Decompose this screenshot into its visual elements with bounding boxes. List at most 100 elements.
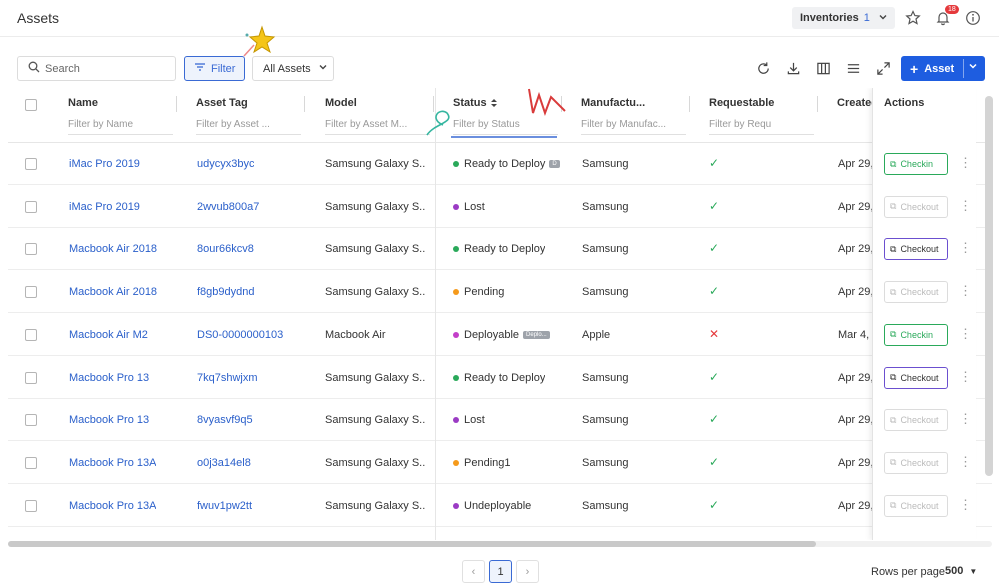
next-page-button[interactable]: ›: [516, 560, 539, 583]
column-header[interactable]: Name: [68, 97, 98, 109]
checkout-button[interactable]: ⧉ Checkout: [884, 494, 948, 517]
row-checkbox[interactable]: [25, 158, 37, 170]
row-checkbox[interactable]: [25, 499, 37, 512]
chevron-down-icon[interactable]: [968, 61, 978, 74]
column-resize-handle[interactable]: [304, 96, 305, 112]
checkin-button[interactable]: ⧉ Checkin: [884, 153, 948, 175]
column-resize-handle[interactable]: [817, 96, 818, 112]
column-header[interactable]: Model: [325, 97, 357, 109]
info-icon[interactable]: [965, 10, 981, 26]
checkmark-icon: ✓: [709, 284, 720, 299]
download-icon[interactable]: [786, 61, 802, 77]
column-header[interactable]: Requestable: [709, 97, 774, 109]
search-box[interactable]: [17, 56, 176, 81]
view-select[interactable]: All Assets: [252, 56, 334, 81]
asset-name-link[interactable]: Macbook Pro 13: [69, 414, 149, 426]
asset-name-link[interactable]: Macbook Pro 13A: [69, 457, 156, 469]
asset-name-link[interactable]: iMac Pro 2019: [69, 201, 140, 213]
table-row[interactable]: Macbook Pro 13 8vyasvf9q5 Samsung Galaxy S…: [8, 399, 992, 442]
checkin-button[interactable]: ⧉ Checkin: [884, 323, 948, 346]
columns-icon[interactable]: [816, 61, 832, 77]
checkout-button[interactable]: ⧉ Checkout: [884, 451, 948, 474]
asset-name-link[interactable]: iMac Pro 2019: [69, 158, 140, 170]
kebab-icon[interactable]: ⋮: [959, 454, 972, 470]
row-checkbox[interactable]: [25, 371, 37, 384]
plus-icon: +: [910, 60, 919, 77]
asset-tag-link[interactable]: 8our66kcv8: [197, 243, 254, 255]
asset-tag-link[interactable]: udycyx3byc: [197, 158, 254, 170]
search-icon: [28, 61, 40, 76]
column-filter-input[interactable]: Filter by Manufac...: [581, 117, 686, 135]
table-row[interactable]: Macbook Pro 13A o0j3a14el8 Samsung Galaxy …: [8, 442, 992, 484]
search-input[interactable]: [45, 62, 165, 75]
kebab-icon[interactable]: ⋮: [959, 369, 972, 385]
page-button-current[interactable]: 1: [489, 560, 512, 583]
column-resize-handle[interactable]: [689, 96, 690, 112]
row-checkbox[interactable]: [25, 414, 37, 427]
checkout-button[interactable]: ⧉ Checkout: [884, 409, 948, 432]
filter-button[interactable]: Filter: [184, 56, 245, 81]
created-date: Apr 29, 2: [838, 414, 872, 427]
row-checkbox[interactable]: [25, 328, 37, 341]
kebab-icon[interactable]: ⋮: [959, 155, 972, 171]
column-filter-input[interactable]: Filter by Asset M...: [325, 117, 430, 135]
horizontal-scrollbar[interactable]: [8, 541, 816, 547]
checkout-button[interactable]: ⧉ Checkout: [884, 195, 948, 218]
asset-tag-link[interactable]: f8gb9dydnd: [197, 286, 255, 298]
kebab-icon[interactable]: ⋮: [959, 497, 972, 513]
fullscreen-icon[interactable]: [876, 61, 892, 77]
column-filter-input[interactable]: Filter by Asset ...: [196, 117, 301, 135]
asset-name-link[interactable]: Macbook Pro 13A: [69, 500, 156, 512]
asset-tag-link[interactable]: o0j3a14el8: [197, 457, 251, 469]
manufacturer: Samsung: [582, 414, 629, 427]
table-row[interactable]: Macbook Pro 13 7kq7shwjxm Samsung Galaxy S…: [8, 357, 992, 399]
asset-tag-link[interactable]: DS0-0000000103: [197, 329, 283, 341]
asset-name-link[interactable]: Macbook Air 2018: [69, 286, 157, 298]
table-row[interactable]: Macbook Pro 13A fwuv1pw2tt Samsung Galaxy …: [8, 485, 992, 527]
status-label: Ready to Deploy: [464, 158, 546, 170]
status-tag: D: [549, 160, 560, 168]
asset-name-link[interactable]: Macbook Air M2: [69, 329, 148, 341]
asset-tag-link[interactable]: fwuv1pw2tt: [197, 500, 252, 512]
column-resize-handle[interactable]: [176, 96, 177, 112]
select-all-checkbox[interactable]: [25, 99, 37, 111]
previous-page-button[interactable]: ‹: [462, 560, 485, 583]
table-row[interactable]: iMac Pro 2019 udycyx3byc Samsung Galaxy S.…: [8, 143, 992, 185]
row-checkbox[interactable]: [25, 243, 37, 256]
refresh-icon[interactable]: [756, 61, 772, 77]
column-header[interactable]: Manufactu...: [581, 97, 645, 109]
status-cell: Pending: [453, 286, 504, 298]
inventories-dropdown[interactable]: Inventories 1: [792, 7, 895, 29]
checkout-button[interactable]: ⧉ Checkout: [884, 366, 948, 389]
row-checkbox[interactable]: [25, 286, 37, 299]
manufacturer: Samsung: [582, 286, 629, 299]
asset-name-link[interactable]: Macbook Air 2018: [69, 243, 157, 255]
add-asset-button[interactable]: + Asset: [901, 56, 985, 81]
kebab-icon[interactable]: ⋮: [959, 240, 972, 256]
column-filter-input[interactable]: Filter by Requ: [709, 117, 814, 135]
kebab-icon[interactable]: ⋮: [959, 283, 972, 299]
vertical-scrollbar[interactable]: [985, 96, 993, 476]
table-row[interactable]: Macbook Air M2 DS0-0000000103 Macbook Air D…: [8, 314, 992, 356]
kebab-icon[interactable]: ⋮: [959, 198, 972, 214]
asset-tag-link[interactable]: 7kq7shwjxm: [197, 372, 258, 384]
checkout-button[interactable]: ⧉ Checkout: [884, 281, 948, 304]
column-header[interactable]: Asset Tag: [196, 97, 248, 109]
status-dot: [453, 374, 459, 381]
asset-tag-link[interactable]: 8vyasvf9q5: [197, 414, 253, 426]
star-icon[interactable]: [905, 10, 921, 26]
asset-tag-link[interactable]: 2wvub800a7: [197, 201, 259, 213]
column-filter-input[interactable]: Filter by Name: [68, 117, 173, 135]
table-row[interactable]: iMac Pro 2019 2wvub800a7 Samsung Galaxy S.…: [8, 186, 992, 228]
table-row[interactable]: Macbook Air 2018 f8gb9dydnd Samsung Galaxy…: [8, 271, 992, 314]
checkout-button[interactable]: ⧉ Checkout: [884, 238, 948, 261]
density-icon[interactable]: [846, 61, 862, 77]
asset-name-link[interactable]: Macbook Pro 13: [69, 372, 149, 384]
table-row[interactable]: Macbook Air 2018 8our66kcv8 Samsung Galaxy…: [8, 228, 992, 271]
kebab-icon[interactable]: ⋮: [959, 411, 972, 427]
checkout-icon: ⧉: [890, 457, 897, 468]
row-checkbox[interactable]: [25, 456, 37, 469]
rows-per-page-select[interactable]: 500 ▼: [945, 565, 977, 577]
row-checkbox[interactable]: [25, 200, 37, 213]
kebab-icon[interactable]: ⋮: [959, 326, 972, 342]
